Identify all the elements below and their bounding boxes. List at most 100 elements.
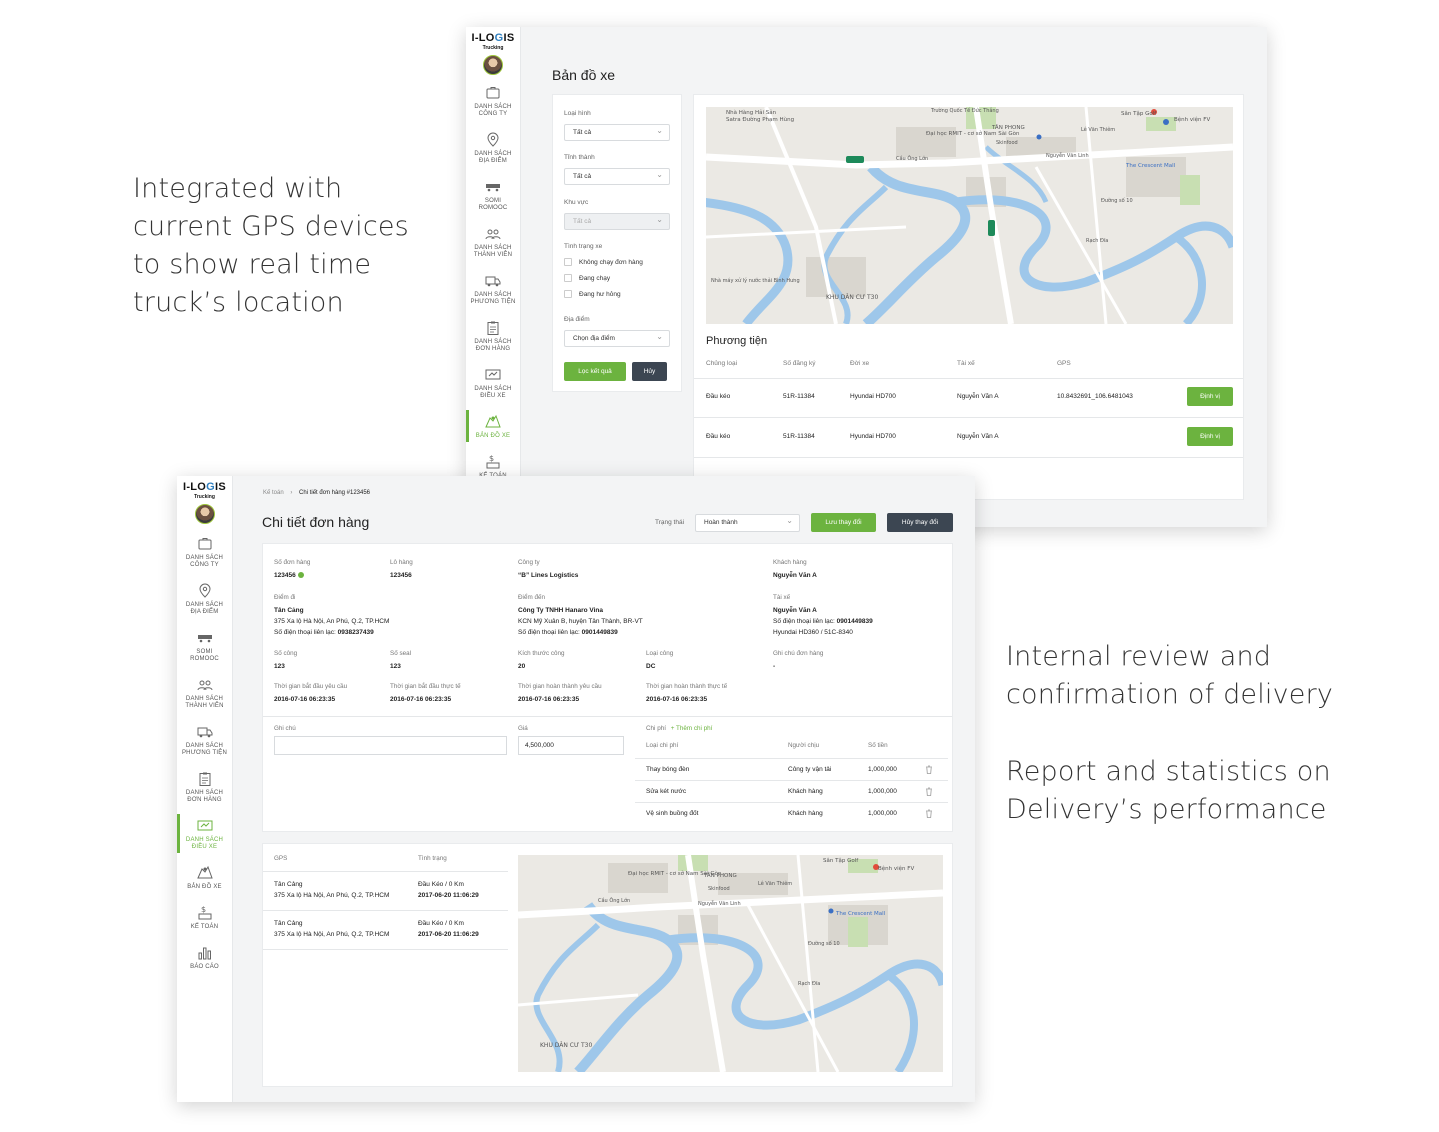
cell-model: Hyundai HD700 bbox=[850, 393, 896, 400]
status-label: Tình trạng xe bbox=[564, 243, 603, 250]
destination-address: KCN Mỹ Xuân B, huyện Tân Thành, BR-VT bbox=[518, 618, 643, 625]
sidebar-item[interactable]: DANH SÁCH ĐỊA ĐIỂM bbox=[466, 124, 520, 171]
filter-panel: Loại hình Tất cả Tỉnh thành Tất cả Khu v… bbox=[552, 94, 682, 392]
route-map[interactable]: Đại học RMIT - cơ sở Nam Sài Gòn Cầu Ông… bbox=[518, 855, 943, 1072]
clipboard-icon bbox=[487, 321, 499, 335]
cost-name: Sửa két nước bbox=[646, 788, 687, 795]
sidebar-item[interactable]: BẢN ĐỒ XE bbox=[177, 857, 232, 897]
report-icon bbox=[198, 947, 211, 960]
sidebar-item[interactable]: SOMI ROMOOC bbox=[177, 622, 232, 669]
column-header: GPS bbox=[1057, 360, 1071, 367]
trash-icon[interactable] bbox=[925, 765, 933, 774]
sidebar-item[interactable]: DANH SÁCH THÀNH VIÊN bbox=[177, 669, 232, 716]
map-label: Rạch Đĩa bbox=[798, 981, 820, 987]
type-select[interactable]: Tất cả bbox=[564, 124, 670, 141]
sidebar-item-label: PHƯƠNG TIỆN bbox=[181, 750, 228, 756]
cell-type: Đầu kéo bbox=[706, 393, 731, 400]
cell-plate: 51R-11384 bbox=[783, 393, 815, 400]
sidebar-item[interactable]: DANH SÁCH ĐIỀU XE bbox=[177, 810, 232, 857]
sidebar-item[interactable]: DANH SÁCH ĐƠN HÀNG bbox=[177, 763, 232, 810]
checkbox-box[interactable] bbox=[564, 290, 572, 298]
cancel-button[interactable]: Hủy bbox=[632, 362, 667, 381]
caption-line: Report and statistics on bbox=[1006, 756, 1331, 787]
phone-label: Số điện thoại liên lạc: bbox=[518, 629, 580, 636]
map-label: Lê Văn Thiêm bbox=[758, 880, 792, 887]
gps-status: Đầu Kéo / 0 Km bbox=[418, 881, 464, 888]
breadcrumb-root[interactable]: Kế toán bbox=[263, 490, 284, 496]
checkbox-box[interactable] bbox=[564, 258, 572, 266]
status-select[interactable]: Hoàn thành bbox=[695, 514, 800, 532]
sidebar-item[interactable]: SOMI ROMOOC bbox=[466, 171, 520, 218]
cost-heading: Chi phí + Thêm chi phí bbox=[646, 725, 712, 732]
city-select[interactable]: Tất cả bbox=[564, 168, 670, 185]
caption-line: to show real time bbox=[133, 249, 372, 280]
area-select[interactable]: Tất cả bbox=[564, 213, 670, 230]
sidebar-item[interactable]: DANH SÁCH PHƯƠNG TIỆN bbox=[466, 265, 520, 312]
divider bbox=[694, 417, 1243, 418]
trash-icon[interactable] bbox=[925, 809, 933, 818]
sidebar-item[interactable]: BẢN ĐỒ XE bbox=[466, 406, 520, 446]
sidebar-item[interactable]: DANH SÁCH ĐỊA ĐIỂM bbox=[177, 575, 232, 622]
trash-icon[interactable] bbox=[925, 787, 933, 796]
map-label: Skinfood bbox=[708, 886, 730, 892]
sidebar-item[interactable]: DANH SÁCH ĐƠN HÀNG bbox=[466, 312, 520, 359]
map-label: Nhà Hàng Hải Sản bbox=[726, 109, 777, 116]
sidebar-item[interactable]: DANH SÁCH CÔNG TY bbox=[177, 528, 232, 575]
map-label: Nguyễn Văn Linh bbox=[1046, 152, 1089, 159]
report-caption: Report and statistics on Delivery’s perf… bbox=[1006, 753, 1366, 829]
gps-time: 2017-06-20 11:06:29 bbox=[418, 892, 479, 899]
sidebar-item-label: BẢN ĐỒ XE bbox=[475, 433, 511, 439]
sidebar-item-label: THÀNH VIÊN bbox=[473, 252, 513, 258]
price-input[interactable]: 4,500,000 bbox=[518, 736, 624, 755]
status-checkbox[interactable]: Đang chạy bbox=[564, 274, 643, 282]
sidebar-item[interactable]: DANH SÁCH THÀNH VIÊN bbox=[466, 218, 520, 265]
ilogis-logo: I-LOGIS Trucking bbox=[466, 27, 520, 52]
cell-type: Đầu kéo bbox=[706, 433, 731, 440]
sidebar-item[interactable]: DANH SÁCH ĐIỀU XE bbox=[466, 359, 520, 406]
column-header: Người chịu bbox=[788, 742, 820, 749]
locate-button[interactable]: Định vị bbox=[1187, 387, 1233, 406]
users-icon bbox=[485, 229, 501, 240]
field-label: Kích thước công bbox=[518, 650, 565, 657]
sidebar-item-label: DANH SÁCH bbox=[474, 151, 512, 157]
field-label: Số đơn hàng bbox=[274, 559, 311, 566]
field-label: Thời gian hoàn thành thực tế bbox=[646, 683, 728, 690]
phone-label: Số điện thoại liên lạc: bbox=[274, 629, 336, 636]
place-select[interactable]: Chọn địa điểm bbox=[564, 330, 670, 347]
map-label: Cầu Ông Lớn bbox=[598, 896, 630, 904]
breadcrumb-current: Chi tiết đơn hàng #123456 bbox=[299, 490, 371, 496]
add-cost-link[interactable]: + Thêm chi phí bbox=[671, 725, 713, 732]
save-changes-button[interactable]: Lưu thay đổi bbox=[811, 513, 876, 532]
driver-phone: 0901449839 bbox=[836, 618, 873, 625]
comment-input[interactable] bbox=[274, 736, 507, 755]
map-label: KHU DÂN CƯ T30 bbox=[540, 1042, 592, 1049]
discard-changes-button[interactable]: Hủy thay đổi bbox=[887, 513, 953, 532]
vehicle-map[interactable]: Nhà Hàng Hải Sản Satra Đường Phạm Hùng Đ… bbox=[706, 107, 1233, 324]
map-label: TÂN PHONG bbox=[703, 872, 737, 879]
sidebar-item[interactable]: BÁO CÁO bbox=[177, 937, 232, 977]
field-label: Công ty bbox=[518, 559, 540, 566]
avatar[interactable] bbox=[483, 55, 503, 75]
divider bbox=[635, 758, 948, 759]
field-label: Lô hàng bbox=[390, 559, 413, 566]
checkbox-box[interactable] bbox=[564, 274, 572, 282]
field-label: Điểm đi bbox=[274, 594, 296, 601]
avatar[interactable] bbox=[194, 504, 215, 524]
sidebar-item[interactable]: DANH SÁCH CÔNG TY bbox=[466, 77, 520, 124]
logo-subtitle: Trucking bbox=[194, 494, 215, 500]
gps-status: Đầu Kéo / 0 Km bbox=[418, 920, 464, 927]
briefcase-icon bbox=[198, 538, 211, 550]
time-value: 2016-07-16 06:23:35 bbox=[390, 696, 452, 703]
time-value: 2016-07-16 06:23:35 bbox=[274, 696, 336, 703]
order-detail-card: Số đơn hàng 123456 Lô hàng 123456 Công t… bbox=[262, 543, 953, 832]
status-checkbox[interactable]: Không chạy đơn hàng bbox=[564, 258, 643, 266]
field-label: Loại công bbox=[646, 650, 674, 657]
trailer-icon bbox=[197, 635, 212, 643]
status-checkbox[interactable]: Đang hư hỏng bbox=[564, 290, 643, 298]
sidebar-item-label: PHƯƠNG TIỆN bbox=[470, 299, 516, 305]
vehicles-title: Phương tiện bbox=[706, 335, 768, 347]
sidebar-item[interactable]: DANH SÁCH PHƯƠNG TIỆN bbox=[177, 716, 232, 763]
sidebar-item[interactable]: $ KẾ TOÁN bbox=[177, 897, 232, 937]
locate-button[interactable]: Định vị bbox=[1187, 427, 1233, 446]
filter-button[interactable]: Lọc kết quả bbox=[564, 362, 626, 381]
